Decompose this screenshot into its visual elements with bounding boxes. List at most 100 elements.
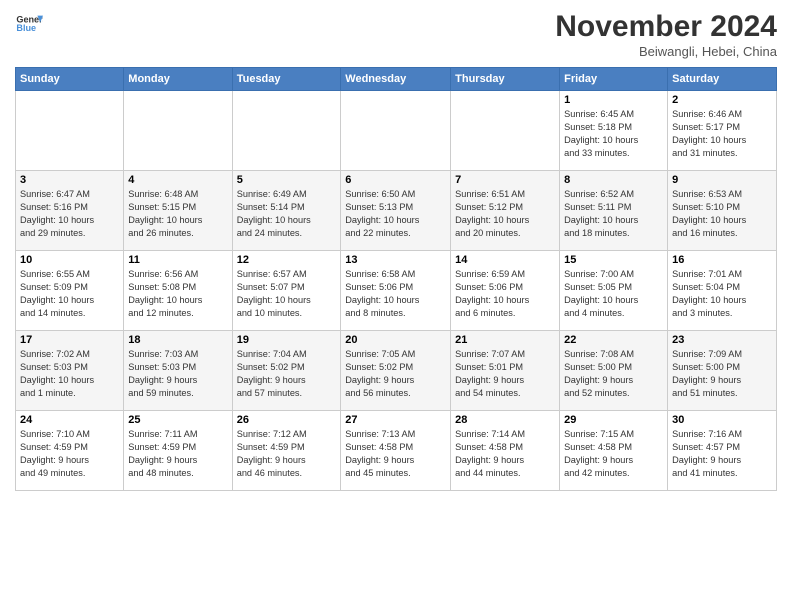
day-info: Sunrise: 7:15 AM Sunset: 4:58 PM Dayligh… — [564, 428, 663, 480]
day-number: 26 — [237, 414, 337, 426]
day-number: 6 — [345, 174, 446, 186]
day-number: 16 — [672, 254, 772, 266]
calendar-day-cell — [232, 91, 341, 171]
weekday-header: Monday — [124, 68, 232, 91]
day-info: Sunrise: 6:48 AM Sunset: 5:15 PM Dayligh… — [128, 188, 227, 240]
day-number: 11 — [128, 254, 227, 266]
day-number: 7 — [455, 174, 555, 186]
day-number: 24 — [20, 414, 119, 426]
day-info: Sunrise: 7:03 AM Sunset: 5:03 PM Dayligh… — [128, 348, 227, 400]
day-info: Sunrise: 6:59 AM Sunset: 5:06 PM Dayligh… — [455, 268, 555, 320]
calendar-week-row: 17 Sunrise: 7:02 AM Sunset: 5:03 PM Dayli… — [16, 331, 777, 411]
day-info: Sunrise: 7:16 AM Sunset: 4:57 PM Dayligh… — [672, 428, 772, 480]
calendar-day-cell: 16 Sunrise: 7:01 AM Sunset: 5:04 PM Dayli… — [668, 251, 777, 331]
day-info: Sunrise: 7:04 AM Sunset: 5:02 PM Dayligh… — [237, 348, 337, 400]
calendar-day-cell: 1Sunrise: 6:45 AM Sunset: 5:18 PM Daylig… — [560, 91, 668, 171]
day-number: 4 — [128, 174, 227, 186]
weekday-header: Tuesday — [232, 68, 341, 91]
day-number: 13 — [345, 254, 446, 266]
day-info: Sunrise: 7:02 AM Sunset: 5:03 PM Dayligh… — [20, 348, 119, 400]
title-block: November 2024 Beiwangli, Hebei, China — [555, 10, 777, 59]
weekday-header: Friday — [560, 68, 668, 91]
weekday-header: Sunday — [16, 68, 124, 91]
calendar: SundayMondayTuesdayWednesdayThursdayFrid… — [15, 67, 777, 491]
day-number: 12 — [237, 254, 337, 266]
calendar-day-cell: 3 Sunrise: 6:47 AM Sunset: 5:16 PM Daylig… — [16, 171, 124, 251]
day-info: Sunrise: 7:12 AM Sunset: 4:59 PM Dayligh… — [237, 428, 337, 480]
day-number: 2 — [672, 94, 772, 106]
calendar-day-cell: 27Sunrise: 7:13 AM Sunset: 4:58 PM Dayli… — [341, 411, 451, 491]
calendar-day-cell: 19 Sunrise: 7:04 AM Sunset: 5:02 PM Dayli… — [232, 331, 341, 411]
day-number: 22 — [564, 334, 663, 346]
calendar-day-cell — [341, 91, 451, 171]
calendar-day-cell: 23 Sunrise: 7:09 AM Sunset: 5:00 PM Dayli… — [668, 331, 777, 411]
calendar-day-cell: 13 Sunrise: 6:58 AM Sunset: 5:06 PM Dayli… — [341, 251, 451, 331]
month-title: November 2024 — [555, 10, 777, 44]
day-number: 3 — [20, 174, 119, 186]
day-number: 21 — [455, 334, 555, 346]
header: General Blue November 2024 Beiwangli, He… — [15, 10, 777, 59]
calendar-day-cell — [124, 91, 232, 171]
calendar-day-cell: 7 Sunrise: 6:51 AM Sunset: 5:12 PM Daylig… — [451, 171, 560, 251]
day-number: 5 — [237, 174, 337, 186]
day-info: Sunrise: 6:58 AM Sunset: 5:06 PM Dayligh… — [345, 268, 446, 320]
calendar-day-cell: 28Sunrise: 7:14 AM Sunset: 4:58 PM Dayli… — [451, 411, 560, 491]
day-info: Sunrise: 6:57 AM Sunset: 5:07 PM Dayligh… — [237, 268, 337, 320]
logo-icon: General Blue — [15, 10, 43, 38]
day-info: Sunrise: 6:53 AM Sunset: 5:10 PM Dayligh… — [672, 188, 772, 240]
day-info: Sunrise: 6:50 AM Sunset: 5:13 PM Dayligh… — [345, 188, 446, 240]
day-number: 27 — [345, 414, 446, 426]
calendar-day-cell: 6 Sunrise: 6:50 AM Sunset: 5:13 PM Daylig… — [341, 171, 451, 251]
day-info: Sunrise: 7:08 AM Sunset: 5:00 PM Dayligh… — [564, 348, 663, 400]
calendar-day-cell: 10 Sunrise: 6:55 AM Sunset: 5:09 PM Dayli… — [16, 251, 124, 331]
calendar-day-cell: 8 Sunrise: 6:52 AM Sunset: 5:11 PM Daylig… — [560, 171, 668, 251]
calendar-day-cell: 20Sunrise: 7:05 AM Sunset: 5:02 PM Dayli… — [341, 331, 451, 411]
day-info: Sunrise: 6:55 AM Sunset: 5:09 PM Dayligh… — [20, 268, 119, 320]
calendar-day-cell: 11 Sunrise: 6:56 AM Sunset: 5:08 PM Dayli… — [124, 251, 232, 331]
calendar-day-cell: 17 Sunrise: 7:02 AM Sunset: 5:03 PM Dayli… — [16, 331, 124, 411]
calendar-day-cell — [451, 91, 560, 171]
calendar-day-cell: 24Sunrise: 7:10 AM Sunset: 4:59 PM Dayli… — [16, 411, 124, 491]
calendar-day-cell: 30 Sunrise: 7:16 AM Sunset: 4:57 PM Dayli… — [668, 411, 777, 491]
day-number: 25 — [128, 414, 227, 426]
day-info: Sunrise: 7:00 AM Sunset: 5:05 PM Dayligh… — [564, 268, 663, 320]
calendar-day-cell: 15Sunrise: 7:00 AM Sunset: 5:05 PM Dayli… — [560, 251, 668, 331]
day-number: 17 — [20, 334, 119, 346]
day-info: Sunrise: 6:49 AM Sunset: 5:14 PM Dayligh… — [237, 188, 337, 240]
calendar-day-cell: 2Sunrise: 6:46 AM Sunset: 5:17 PM Daylig… — [668, 91, 777, 171]
calendar-day-cell: 9 Sunrise: 6:53 AM Sunset: 5:10 PM Daylig… — [668, 171, 777, 251]
day-info: Sunrise: 6:47 AM Sunset: 5:16 PM Dayligh… — [20, 188, 119, 240]
calendar-day-cell: 26 Sunrise: 7:12 AM Sunset: 4:59 PM Dayli… — [232, 411, 341, 491]
calendar-week-row: 1Sunrise: 6:45 AM Sunset: 5:18 PM Daylig… — [16, 91, 777, 171]
day-number: 10 — [20, 254, 119, 266]
day-number: 8 — [564, 174, 663, 186]
day-number: 9 — [672, 174, 772, 186]
calendar-week-row: 3 Sunrise: 6:47 AM Sunset: 5:16 PM Daylig… — [16, 171, 777, 251]
day-info: Sunrise: 6:52 AM Sunset: 5:11 PM Dayligh… — [564, 188, 663, 240]
calendar-week-row: 24Sunrise: 7:10 AM Sunset: 4:59 PM Dayli… — [16, 411, 777, 491]
day-info: Sunrise: 6:45 AM Sunset: 5:18 PM Dayligh… — [564, 108, 663, 160]
day-number: 23 — [672, 334, 772, 346]
day-info: Sunrise: 6:51 AM Sunset: 5:12 PM Dayligh… — [455, 188, 555, 240]
day-number: 14 — [455, 254, 555, 266]
day-number: 29 — [564, 414, 663, 426]
day-info: Sunrise: 7:07 AM Sunset: 5:01 PM Dayligh… — [455, 348, 555, 400]
weekday-header: Thursday — [451, 68, 560, 91]
logo: General Blue — [15, 10, 43, 38]
weekday-header-row: SundayMondayTuesdayWednesdayThursdayFrid… — [16, 68, 777, 91]
calendar-day-cell: 29 Sunrise: 7:15 AM Sunset: 4:58 PM Dayli… — [560, 411, 668, 491]
calendar-day-cell: 5 Sunrise: 6:49 AM Sunset: 5:14 PM Daylig… — [232, 171, 341, 251]
day-info: Sunrise: 6:56 AM Sunset: 5:08 PM Dayligh… — [128, 268, 227, 320]
calendar-day-cell: 4 Sunrise: 6:48 AM Sunset: 5:15 PM Daylig… — [124, 171, 232, 251]
weekday-header: Saturday — [668, 68, 777, 91]
calendar-day-cell: 14 Sunrise: 6:59 AM Sunset: 5:06 PM Dayli… — [451, 251, 560, 331]
day-number: 19 — [237, 334, 337, 346]
day-number: 18 — [128, 334, 227, 346]
day-number: 28 — [455, 414, 555, 426]
day-number: 30 — [672, 414, 772, 426]
calendar-day-cell: 21 Sunrise: 7:07 AM Sunset: 5:01 PM Dayli… — [451, 331, 560, 411]
svg-text:Blue: Blue — [16, 23, 36, 33]
day-info: Sunrise: 7:01 AM Sunset: 5:04 PM Dayligh… — [672, 268, 772, 320]
calendar-day-cell — [16, 91, 124, 171]
day-info: Sunrise: 7:09 AM Sunset: 5:00 PM Dayligh… — [672, 348, 772, 400]
